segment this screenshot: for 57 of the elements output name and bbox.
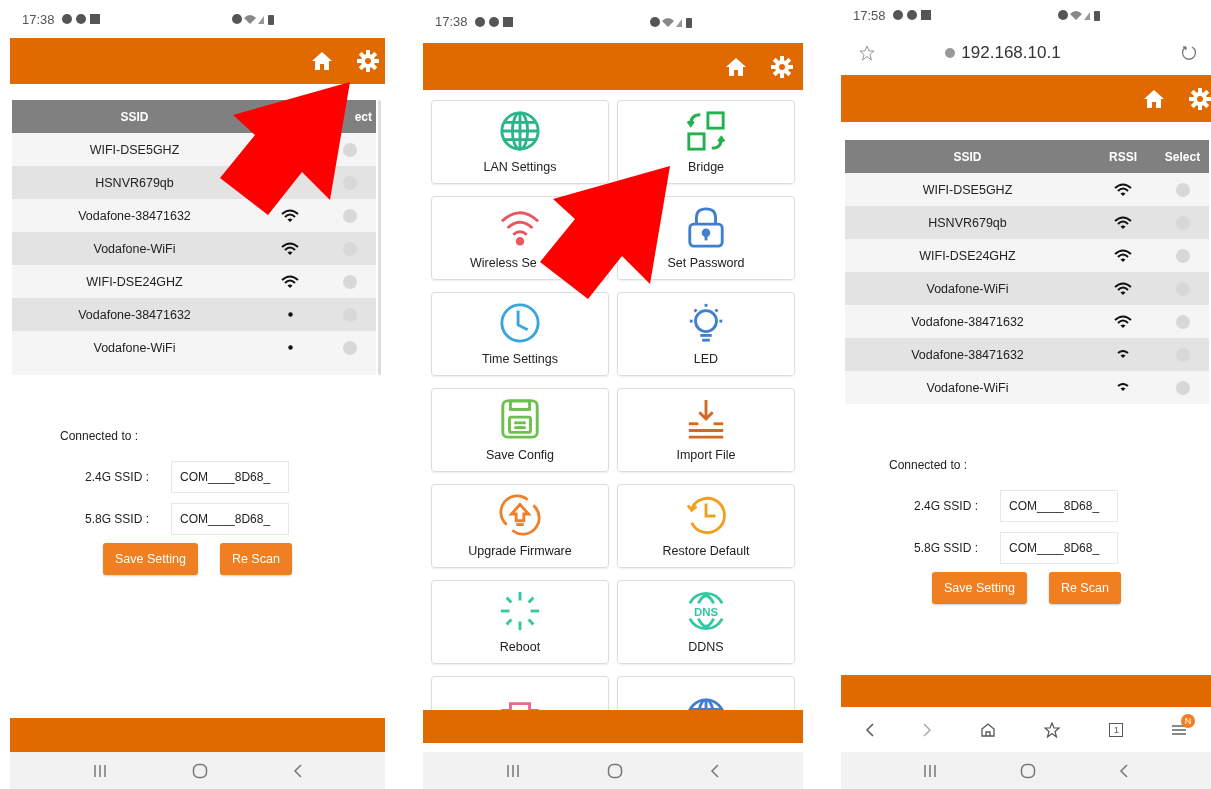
tabs-button[interactable]: 1 xyxy=(1109,722,1124,737)
tile-label: DDNS xyxy=(688,640,724,654)
column-header: SSID xyxy=(119,109,150,124)
tile-label: Upgrade Firmware xyxy=(468,544,572,558)
ssid-text: HSNVR679qb xyxy=(95,175,174,190)
ssid-text: Vodafone-WiFi xyxy=(93,241,176,256)
column-header: SSID xyxy=(952,149,983,164)
ssid-input-field[interactable]: COM____8D68_ xyxy=(1000,490,1119,522)
column-header: ect xyxy=(354,109,372,124)
column-header: Select xyxy=(1164,149,1201,164)
ssid-input-field[interactable]: COM____8D68_ xyxy=(1000,532,1119,564)
ssid-text: Vodafone-38471632 xyxy=(911,314,1024,329)
tile-label: LED xyxy=(693,352,719,366)
column-header: RSSI xyxy=(1109,149,1137,164)
field-label: 5.8G SSID : xyxy=(914,541,979,555)
menu-tile[interactable]: Reboot xyxy=(431,580,609,664)
url-text[interactable]: 192.168.10.1 xyxy=(961,42,1061,63)
ssid-text: Vodafone-WiFi xyxy=(926,281,1009,296)
menu-tile[interactable]: Restore Default xyxy=(617,484,795,568)
ssid-text: WIFI-DSE24GHZ xyxy=(919,248,1016,263)
tile-label: Reboot xyxy=(499,640,541,654)
ssid-text: Vodafone-38471632 xyxy=(78,208,191,223)
ssid-text: Vodafone-38471632 xyxy=(78,307,191,322)
ssid-text: WIFI-DSE24GHZ xyxy=(86,274,183,289)
status-time: 17:38 xyxy=(22,11,55,27)
menu-tile[interactable]: Import File xyxy=(617,388,795,472)
connected-label: Connected to : xyxy=(889,458,969,472)
ssid-text: Vodafone-38471632 xyxy=(911,347,1024,362)
ssid-text: Vodafone-WiFi xyxy=(926,380,1009,395)
tile-label: Save Config xyxy=(485,448,555,462)
field-label: 5.8G SSID : xyxy=(85,512,150,526)
status-time: 17:38 xyxy=(435,14,468,29)
connected-label: Connected to : xyxy=(60,429,140,443)
field-label: 2.4G SSID : xyxy=(85,470,150,484)
tile-label: Import File xyxy=(676,448,736,462)
tile-label: Wireless Se xyxy=(470,256,537,270)
tile-label: Bridge xyxy=(687,160,725,174)
tile-label: Restore Default xyxy=(662,544,750,558)
ssid-text: WIFI-DSE5GHZ xyxy=(89,142,180,157)
menu-tile[interactable]: DNS DDNS xyxy=(617,580,795,664)
menu-tile[interactable]: LAN Settings xyxy=(431,100,609,184)
ssid-text: HSNVR679qb xyxy=(928,215,1007,230)
ssid-input-field[interactable]: COM____8D68_ xyxy=(171,461,290,493)
notification-badge: N xyxy=(1181,713,1196,728)
menu-tile[interactable]: Upgrade Firmware xyxy=(431,484,609,568)
menu-tile[interactable]: Time Settings xyxy=(431,292,609,376)
tile-label: Set Password xyxy=(667,256,745,270)
ssid-input-field[interactable]: COM____8D68_ xyxy=(171,503,290,535)
tile-label: Time Settings xyxy=(482,352,558,366)
status-time: 17:58 xyxy=(853,7,886,23)
menu-tile[interactable]: Bridge xyxy=(617,100,795,184)
ssid-text: WIFI-DSE5GHZ xyxy=(922,182,1013,197)
ssid-text: Vodafone-WiFi xyxy=(93,340,176,355)
menu-tile[interactable]: Save Config xyxy=(431,388,609,472)
field-label: 2.4G SSID : xyxy=(914,499,979,513)
tile-label: LAN Settings xyxy=(483,160,557,174)
menu-tile[interactable]: LED xyxy=(617,292,795,376)
